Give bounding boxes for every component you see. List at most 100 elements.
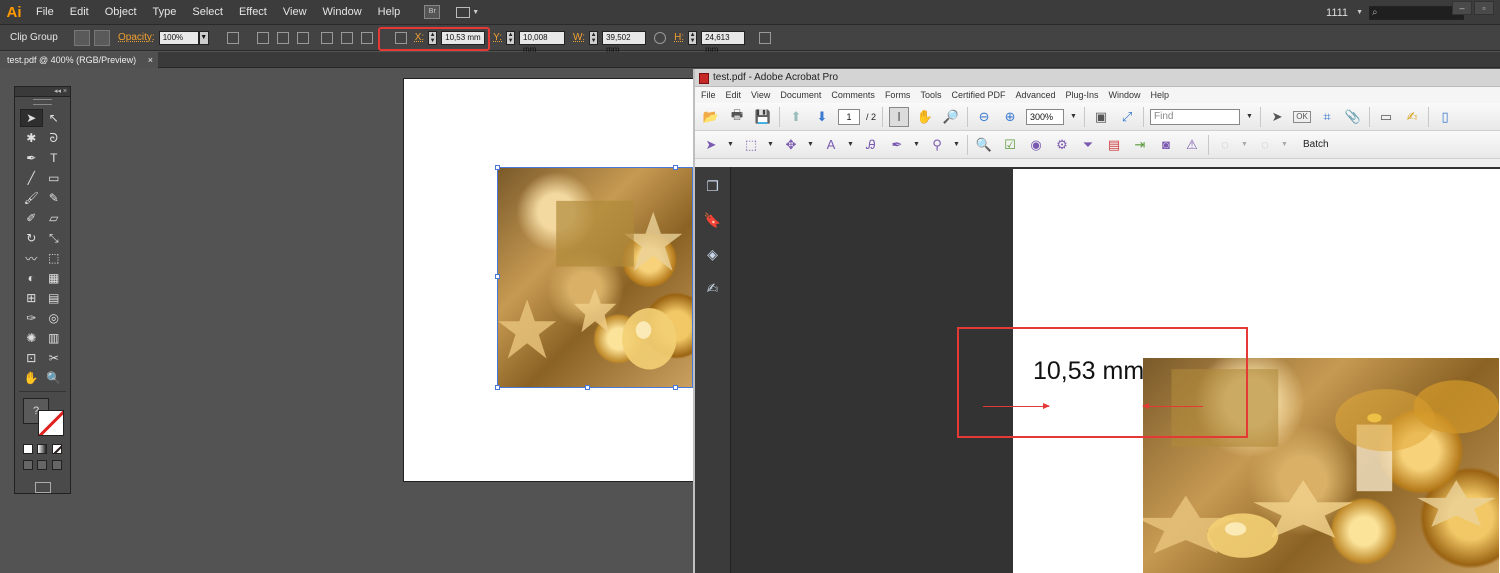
- hand-icon[interactable]: ✋: [915, 107, 935, 127]
- filter-icon[interactable]: ⏷: [1078, 135, 1098, 155]
- menu-effect[interactable]: Effect: [231, 0, 275, 25]
- chevron-down-icon[interactable]: ▼: [1246, 109, 1254, 125]
- panel-grip[interactable]: [33, 99, 52, 105]
- type-tool-icon[interactable]: T: [43, 149, 66, 167]
- edit-contents-icon[interactable]: [94, 29, 110, 46]
- chevron-down-icon[interactable]: ▼: [847, 137, 855, 153]
- acro-menu-edit[interactable]: Edit: [726, 87, 742, 103]
- align-hcenter-icon[interactable]: [276, 31, 289, 44]
- zoom-level-field[interactable]: 300%: [1026, 108, 1065, 125]
- camera-icon[interactable]: ◙: [1156, 135, 1176, 155]
- draw-normal-icon[interactable]: [23, 460, 34, 470]
- rectangle-tool-icon[interactable]: ▭: [43, 169, 66, 187]
- color-bars-icon[interactable]: ▤: [1104, 135, 1124, 155]
- text-tool-icon[interactable]: A: [821, 135, 841, 155]
- color-mode-icon[interactable]: [23, 444, 34, 454]
- menu-type[interactable]: Type: [145, 0, 185, 25]
- chevron-down-icon[interactable]: ▼: [1070, 109, 1078, 125]
- align-to-icon[interactable]: [226, 31, 239, 44]
- acro-menu-tools[interactable]: Tools: [920, 87, 941, 103]
- document-tab[interactable]: test.pdf @ 400% (RGB/Preview) ×: [0, 52, 158, 68]
- preflight-icon[interactable]: 🔍: [974, 135, 994, 155]
- acro-menu-certified-pdf[interactable]: Certified PDF: [951, 87, 1005, 103]
- zoom-out-icon[interactable]: ⊖: [974, 107, 994, 127]
- none-mode-icon[interactable]: [51, 444, 62, 454]
- h-stepper[interactable]: ▲ ▼: [688, 30, 698, 45]
- direct-selection-tool-icon[interactable]: ↖: [43, 109, 66, 127]
- minimize-button[interactable]: –: [1452, 1, 1472, 15]
- line-tool-icon[interactable]: ╱: [20, 169, 43, 187]
- chevron-down-icon[interactable]: ▼: [767, 137, 775, 153]
- output-preview-icon[interactable]: ◉: [1026, 135, 1046, 155]
- screen-mode-icon[interactable]: [34, 482, 51, 493]
- constrain-proportions-icon[interactable]: [654, 31, 667, 44]
- selection-tool-icon[interactable]: ➤: [20, 109, 43, 127]
- acro-menu-advanced[interactable]: Advanced: [1015, 87, 1055, 103]
- pen-edit-icon[interactable]: ✒: [887, 135, 907, 155]
- selection-handle[interactable]: [495, 385, 500, 390]
- text-edit-icon[interactable]: Ꭿ: [861, 135, 881, 155]
- chevron-down-icon[interactable]: ▼: [913, 137, 921, 153]
- fit-page-icon[interactable]: ▣: [1091, 107, 1111, 127]
- acro-menu-help[interactable]: Help: [1151, 87, 1170, 103]
- acro-menu-file[interactable]: File: [701, 87, 716, 103]
- rotate-tool-icon[interactable]: ↻: [20, 229, 43, 247]
- selection-handle[interactable]: [495, 165, 500, 170]
- paintbrush-tool-icon[interactable]: 🖌: [20, 189, 43, 207]
- menu-object[interactable]: Object: [97, 0, 145, 25]
- convert-colors-icon[interactable]: ⚙: [1052, 135, 1072, 155]
- menu-select[interactable]: Select: [184, 0, 231, 25]
- acro-menu-view[interactable]: View: [751, 87, 770, 103]
- lasso-tool-icon[interactable]: ᘐ: [43, 129, 66, 147]
- acro-menu-comments[interactable]: Comments: [831, 87, 875, 103]
- shape-builder-tool-icon[interactable]: ◐: [20, 269, 43, 287]
- scale-tool-icon[interactable]: ⤡: [43, 229, 66, 247]
- move-icon[interactable]: ✥: [781, 135, 801, 155]
- marquee-select-icon[interactable]: ⬚: [741, 135, 761, 155]
- warning-icon[interactable]: ⚠: [1182, 135, 1202, 155]
- w-field[interactable]: 39,502 mm: [602, 30, 647, 54]
- eyedropper-tool-icon[interactable]: ✑: [20, 309, 43, 327]
- select-object-icon[interactable]: ➤: [1267, 107, 1287, 127]
- selected-clip-group-image[interactable]: [497, 167, 693, 388]
- signatures-icon[interactable]: ✍: [704, 279, 722, 297]
- selection-handle[interactable]: [585, 385, 590, 390]
- artboard-tool-icon[interactable]: ⊡: [20, 349, 43, 367]
- slice-tool-icon[interactable]: ✂: [43, 349, 66, 367]
- hand-tool-icon[interactable]: ✋: [20, 369, 43, 387]
- free-transform-tool-icon[interactable]: ⬚: [43, 249, 66, 267]
- bookmarks-icon[interactable]: 🔖: [704, 211, 722, 229]
- arrange-documents-button[interactable]: ▼: [456, 6, 479, 18]
- next-page-icon[interactable]: ⬇: [812, 107, 832, 127]
- bridge-button[interactable]: Br: [424, 5, 441, 19]
- pen-tool-icon[interactable]: ✒: [20, 149, 43, 167]
- save-icon[interactable]: 💾: [753, 107, 773, 127]
- symbol-sprayer-tool-icon[interactable]: ✺: [20, 329, 43, 347]
- edit-clipping-path-icon[interactable]: [74, 29, 90, 46]
- touchup-object-icon[interactable]: ➤: [701, 135, 721, 155]
- eraser-tool-icon[interactable]: ▱: [43, 209, 66, 227]
- layers-icon[interactable]: ◈: [704, 245, 722, 263]
- w-stepper[interactable]: ▲ ▼: [589, 30, 599, 45]
- batch-button[interactable]: Batch: [1303, 139, 1329, 150]
- acro-menu-plugins[interactable]: Plug-Ins: [1066, 87, 1099, 103]
- menu-view[interactable]: View: [275, 0, 315, 25]
- align-bottom-icon[interactable]: [360, 31, 373, 44]
- h-field[interactable]: 24,613 mm: [701, 30, 746, 54]
- column-graph-tool-icon[interactable]: ▥: [43, 329, 66, 347]
- maximize-button[interactable]: ▫: [1474, 1, 1494, 15]
- align-vcenter-icon[interactable]: [340, 31, 353, 44]
- text-field-icon[interactable]: ▭: [1376, 107, 1396, 127]
- draw-behind-icon[interactable]: [37, 460, 48, 470]
- y-field[interactable]: 10,008 mm: [519, 30, 566, 54]
- acro-menu-window[interactable]: Window: [1109, 87, 1141, 103]
- transform-panel-icon[interactable]: [759, 31, 772, 44]
- zoom-tool-icon[interactable]: 🔍: [43, 369, 66, 387]
- sign-icon[interactable]: ✍: [1402, 107, 1422, 127]
- print-icon[interactable]: 🖶: [727, 107, 747, 127]
- perspective-grid-tool-icon[interactable]: ▦: [43, 269, 66, 287]
- workspace-switcher[interactable]: 1111: [1326, 7, 1348, 19]
- menu-window[interactable]: Window: [315, 0, 370, 25]
- gradient-tool-icon[interactable]: ▤: [43, 289, 66, 307]
- align-top-icon[interactable]: [320, 31, 333, 44]
